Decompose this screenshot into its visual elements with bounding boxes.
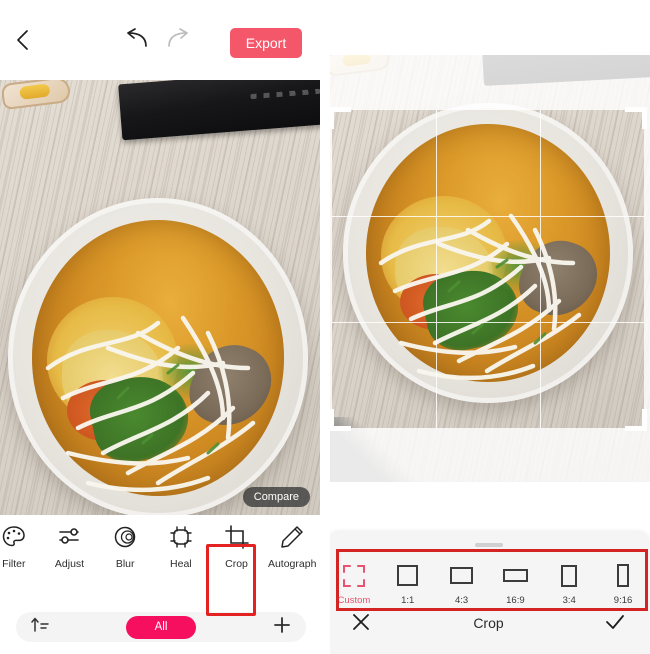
tool-crop[interactable]: Crop	[209, 523, 265, 570]
photo-preview[interactable]: Compare	[0, 80, 320, 515]
crop-photo-soup-bowl	[343, 103, 633, 403]
panel-divider	[320, 0, 330, 654]
tools-toolbar: Filter Adjust Blur Heal Crop Autograph	[0, 515, 320, 595]
ratio-label: 16:9	[506, 594, 525, 606]
app-screenshot: Export Compare Filter Adjust Blur Heal C…	[0, 0, 650, 654]
ratio-label: 3:4	[562, 594, 576, 606]
custom-crop-icon	[342, 563, 366, 589]
ratio-16-9[interactable]: 16:9	[488, 563, 542, 606]
ratio-custom[interactable]: Custom	[327, 563, 381, 606]
square-icon	[397, 563, 419, 589]
tool-label: Filter	[2, 558, 26, 570]
pencil-icon	[278, 523, 306, 551]
rect-9-16-icon	[617, 563, 630, 589]
crop-options-sheet: Custom 1:1 4:3 16:9 3:4 9:16 Crop	[327, 532, 650, 654]
tool-autograph[interactable]: Autograph	[264, 523, 320, 570]
plus-icon[interactable]	[272, 615, 292, 639]
crop-sheet-title: Crop	[473, 615, 504, 631]
tool-label: Crop	[225, 558, 248, 570]
crop-action-bar: Crop	[327, 608, 650, 638]
ratio-label: Custom	[337, 594, 371, 606]
tool-filter[interactable]: Filter	[0, 523, 42, 570]
right-panel-crop-mode: Custom 1:1 4:3 16:9 3:4 9:16 Crop	[320, 0, 650, 654]
tool-label: Autograph	[267, 558, 317, 570]
ratio-label: 9:16	[613, 594, 633, 606]
export-button[interactable]: Export	[230, 28, 302, 58]
ratio-1-1[interactable]: 1:1	[381, 563, 435, 606]
compare-button[interactable]: Compare	[242, 487, 310, 507]
close-x-icon[interactable]	[351, 612, 373, 634]
left-panel-editor: Export Compare Filter Adjust Blur Heal C…	[0, 0, 320, 654]
tool-blur[interactable]: Blur	[97, 523, 153, 570]
sliders-icon	[56, 523, 84, 551]
ratio-label: 4:3	[454, 594, 469, 606]
top-toolbar: Export	[0, 0, 320, 80]
aspect-ratio-list: Custom 1:1 4:3 16:9 3:4 9:16	[327, 555, 650, 613]
crop-icon	[223, 523, 251, 551]
tool-label: Blur	[115, 558, 135, 570]
crop-canvas[interactable]	[323, 55, 650, 482]
rect-4-3-icon	[450, 563, 474, 589]
ratio-3-4[interactable]: 3:4	[542, 563, 596, 606]
rect-16-9-icon	[502, 563, 528, 589]
sort-ascending-icon[interactable]	[30, 616, 50, 639]
ratio-4-3[interactable]: 4:3	[435, 563, 489, 606]
ratio-9-16[interactable]: 9:16	[596, 563, 650, 606]
redo-arrow-icon[interactable]	[165, 28, 195, 54]
palette-icon	[0, 523, 28, 551]
photo-bean-sprouts	[45, 315, 256, 493]
sheet-drag-handle[interactable]	[474, 543, 503, 547]
filter-presets-bar: All	[16, 612, 306, 642]
tool-label: Adjust	[54, 558, 85, 570]
ratio-label: 1:1	[401, 594, 415, 606]
blur-circle-icon	[111, 523, 139, 551]
filter-all-button[interactable]: All	[126, 615, 196, 639]
heal-icon	[167, 523, 195, 551]
tool-adjust[interactable]: Adjust	[42, 523, 98, 570]
back-chevron-icon[interactable]	[8, 26, 36, 54]
rect-3-4-icon	[561, 563, 578, 589]
undo-arrow-icon[interactable]	[124, 28, 154, 54]
checkmark-icon[interactable]	[604, 612, 626, 634]
tool-label: Heal	[170, 558, 192, 570]
tool-heal[interactable]: Heal	[153, 523, 209, 570]
photo-soup-bowl	[8, 198, 308, 515]
